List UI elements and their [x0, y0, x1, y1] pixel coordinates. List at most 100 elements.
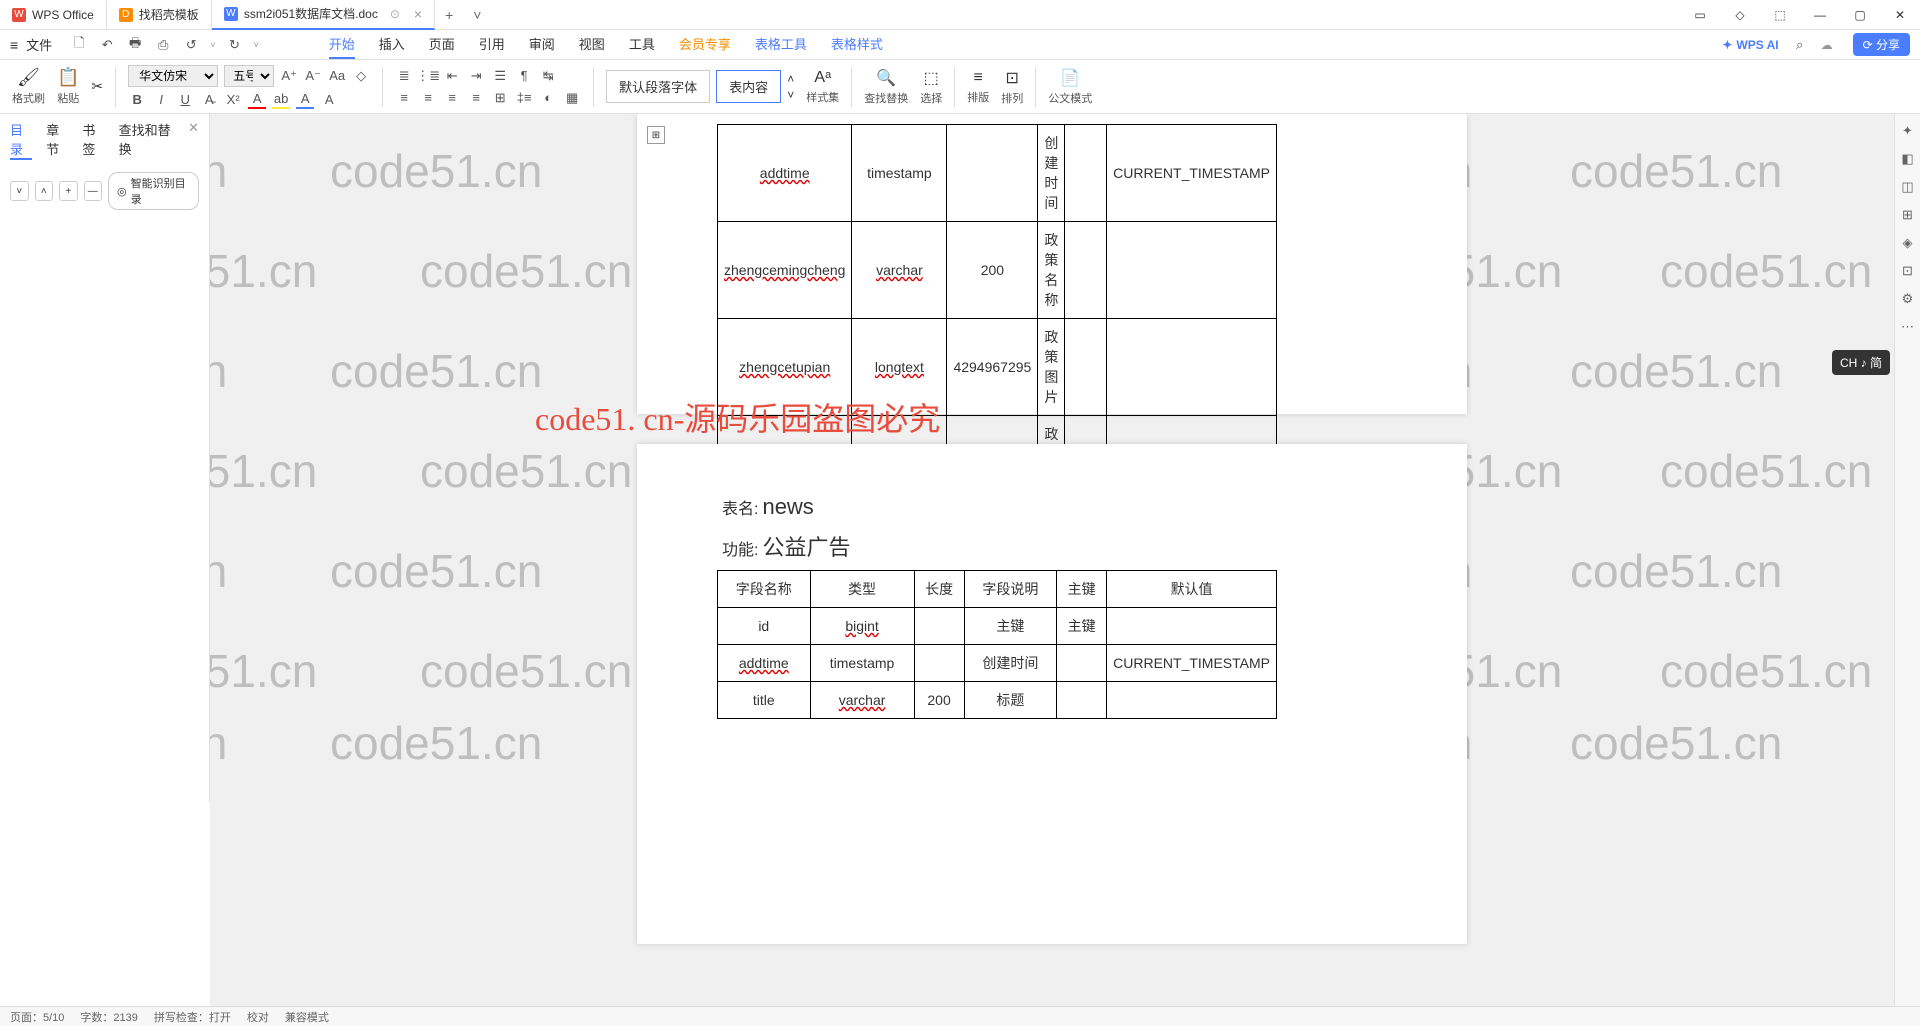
style-default[interactable]: 默认段落字体	[606, 70, 710, 103]
table-indicator-icon[interactable]: ⊞	[647, 126, 665, 144]
page-bottom[interactable]: 表名: news 功能: 公益广告 字段名称类型长度字段说明主键默认值 idbi…	[637, 444, 1467, 944]
change-case-icon[interactable]: Aa	[328, 67, 346, 85]
document-tab[interactable]: W ssm2i051数据库文档.doc ⊙ ×	[212, 0, 435, 30]
sidebar-tab-chapter[interactable]: 章节	[46, 120, 68, 160]
decrease-indent-icon[interactable]: ⇤	[443, 67, 461, 85]
style-down-icon[interactable]: ˅	[787, 88, 794, 102]
sidebar-tab-bookmark[interactable]: 书签	[82, 120, 104, 160]
tab-tools[interactable]: 工具	[629, 30, 655, 59]
close-button[interactable]: ✕	[1880, 0, 1920, 30]
tab-page[interactable]: 页面	[429, 30, 455, 59]
align-left-icon[interactable]: ≡	[395, 89, 413, 107]
tab-review[interactable]: 审阅	[529, 30, 555, 59]
rs-tools-icon[interactable]: ⊡	[1899, 262, 1917, 280]
new-icon[interactable]: 🗋	[70, 36, 88, 54]
print-icon[interactable]: 🖶	[126, 36, 144, 54]
sb-down-icon[interactable]: ˅	[10, 181, 29, 201]
shading-icon[interactable]: ◐	[539, 89, 557, 107]
add-tab-button[interactable]: +	[435, 7, 463, 23]
minimize-button[interactable]: —	[1800, 0, 1840, 30]
increase-font-icon[interactable]: A⁺	[280, 67, 298, 85]
superscript-icon[interactable]: X²	[224, 91, 242, 109]
justify-icon[interactable]: ≡	[467, 89, 485, 107]
rs-select-icon[interactable]: ◫	[1899, 178, 1917, 196]
paste-icon[interactable]: 📋	[57, 67, 79, 88]
line-spacing-icon[interactable]: ‡≡	[515, 89, 533, 107]
char-border-icon[interactable]: A	[320, 91, 338, 109]
undo-icon[interactable]: ↺	[182, 36, 200, 54]
sidebar-tab-toc[interactable]: 目录	[10, 120, 32, 160]
status-wordcount[interactable]: 字数：2139	[80, 1009, 137, 1025]
rs-find-icon[interactable]: ⊞	[1899, 206, 1917, 224]
show-marks-icon[interactable]: ¶	[515, 67, 533, 85]
app-tab-template[interactable]: D 找稻壳模板	[107, 0, 212, 30]
redo-icon[interactable]: ↻	[225, 36, 243, 54]
tab-insert[interactable]: 插入	[379, 30, 405, 59]
rs-more-icon[interactable]: ⋯	[1899, 318, 1917, 336]
wps-ai-button[interactable]: ✦ WPS AI	[1722, 38, 1778, 52]
cloud-icon[interactable]: ☁	[1821, 38, 1833, 52]
align-center-icon[interactable]: ≡	[419, 89, 437, 107]
win-btn-2[interactable]: ◇	[1720, 0, 1760, 30]
underline-icon[interactable]: U	[176, 91, 194, 109]
status-spellcheck[interactable]: 拼写检查：打开	[154, 1009, 231, 1025]
border-icon[interactable]: ▦	[563, 89, 581, 107]
data-table-2[interactable]: 字段名称类型长度字段说明主键默认值 idbigint主键主键 addtimeti…	[717, 570, 1277, 719]
file-menu[interactable]: 文件	[26, 35, 52, 54]
tab-view[interactable]: 视图	[579, 30, 605, 59]
font-color-icon[interactable]: A	[248, 91, 266, 109]
select-group[interactable]: ⬚ 选择	[920, 68, 942, 106]
document-area[interactable]: code51.cn code51.cn code51.cn code51.cn …	[210, 114, 1894, 1006]
style-up-icon[interactable]: ˄	[787, 72, 794, 86]
tab-table-style[interactable]: 表格样式	[831, 30, 883, 59]
search-icon[interactable]: ⌕	[1791, 36, 1809, 54]
smart-outline-button[interactable]: ◎ 智能识别目录	[108, 172, 199, 210]
highlight-icon[interactable]: ab	[272, 91, 290, 109]
font-family-select[interactable]: 华文仿宋	[128, 65, 218, 87]
find-replace-group[interactable]: 🔍 查找替换	[864, 68, 908, 106]
hamburger-icon[interactable]: ≡	[10, 37, 18, 53]
tab-table-tools[interactable]: 表格工具	[755, 30, 807, 59]
cut-icon[interactable]: ✂	[91, 78, 103, 95]
sort-icon[interactable]: ☰	[491, 67, 509, 85]
tab-dropdown[interactable]: ˅	[463, 7, 491, 23]
status-page[interactable]: 页面：5/10	[10, 1009, 64, 1025]
bullet-list-icon[interactable]: ≣	[395, 67, 413, 85]
page-top[interactable]: ⊞ addtimetimestamp创建时间CURRENT_TIMESTAMP …	[637, 114, 1467, 414]
rs-style-icon[interactable]: ◧	[1899, 150, 1917, 168]
sb-add-icon[interactable]: +	[59, 181, 78, 201]
distribute-icon[interactable]: ⊞	[491, 89, 509, 107]
number-list-icon[interactable]: ⋮≣	[419, 67, 437, 85]
styleset-group[interactable]: Aᵃ 样式集	[806, 69, 839, 105]
sb-up-icon[interactable]: ˄	[35, 181, 54, 201]
win-btn-3[interactable]: ⬚	[1760, 0, 1800, 30]
status-proof[interactable]: 校对	[247, 1009, 269, 1025]
tab-icon[interactable]: ↹	[539, 67, 557, 85]
format-brush-icon[interactable]: 🖌	[17, 67, 40, 88]
clear-format-icon[interactable]: ◇	[352, 67, 370, 85]
increase-indent-icon[interactable]: ⇥	[467, 67, 485, 85]
tab-member[interactable]: 会员专享	[679, 30, 731, 59]
sidebar-close-icon[interactable]: ✕	[188, 120, 199, 160]
sidebar-tab-find[interactable]: 查找和替换	[119, 120, 174, 160]
win-btn-1[interactable]: ▭	[1680, 0, 1720, 30]
bold-icon[interactable]: B	[128, 91, 146, 109]
print-preview-icon[interactable]: ⎙	[154, 36, 172, 54]
save-icon[interactable]: ↶	[98, 36, 116, 54]
official-mode-group[interactable]: 📄 公文模式	[1048, 68, 1092, 106]
close-tab-icon[interactable]: ×	[414, 6, 422, 22]
status-compat[interactable]: 兼容模式	[285, 1009, 329, 1025]
share-button[interactable]: ⟳ 分享	[1853, 33, 1910, 56]
decrease-font-icon[interactable]: A⁻	[304, 67, 322, 85]
rs-ai-icon[interactable]: ✦	[1899, 122, 1917, 140]
strikethrough-icon[interactable]: A̵	[200, 91, 218, 109]
tab-start[interactable]: 开始	[329, 30, 355, 59]
arrange-group[interactable]: ⊡ 排列	[1001, 68, 1023, 106]
rs-nav-icon[interactable]: ◈	[1899, 234, 1917, 252]
maximize-button[interactable]: ▢	[1840, 0, 1880, 30]
app-tab-wps[interactable]: W WPS Office	[0, 0, 107, 30]
rs-settings-icon[interactable]: ⚙	[1899, 290, 1917, 308]
bg-color-icon[interactable]: A	[296, 91, 314, 109]
font-size-select[interactable]: 五号	[224, 65, 274, 87]
tab-reference[interactable]: 引用	[479, 30, 505, 59]
